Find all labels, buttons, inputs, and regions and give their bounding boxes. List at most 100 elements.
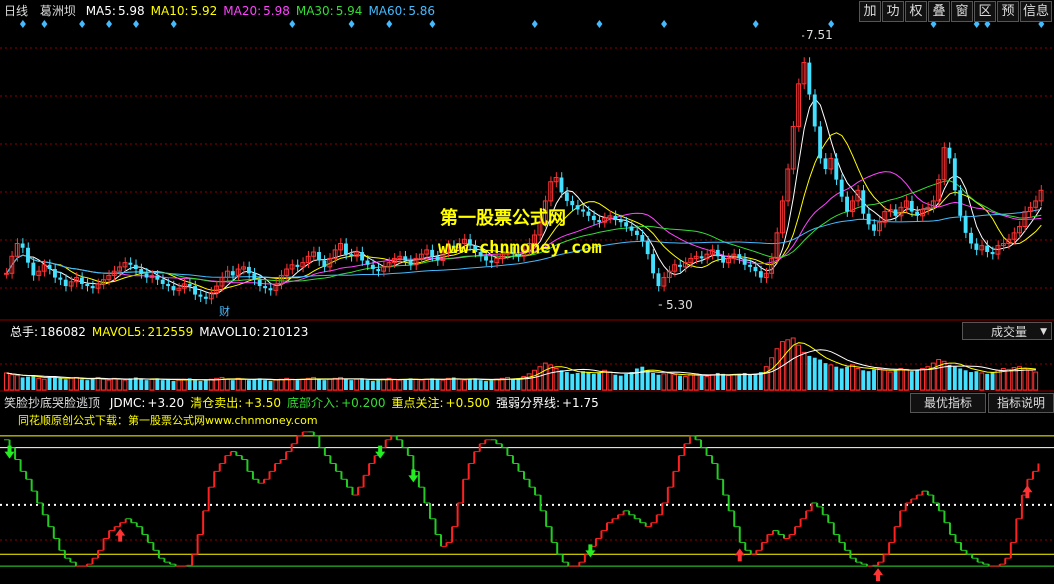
volume-bar	[171, 381, 176, 390]
indicator-param-value: +3.50	[244, 396, 282, 410]
volume-bar	[758, 372, 763, 390]
candle-body	[861, 190, 866, 214]
volume-bar	[963, 370, 968, 390]
volume-bar	[139, 379, 144, 390]
candle-body	[581, 209, 585, 212]
candle-body	[63, 279, 68, 287]
indicator-help-button[interactable]: 指标说明	[988, 393, 1054, 413]
candle-body	[985, 245, 990, 253]
header-legend: 日线 葛洲坝 MA5: 5.98 MA10: 5.92 MA20: 5.98 MA30: 5.…	[4, 4, 435, 18]
volume-bar	[467, 379, 472, 390]
toolbar-button[interactable]: 功	[881, 1, 904, 22]
volume-bar	[985, 373, 990, 390]
candle-body	[252, 273, 257, 280]
volume-indicator-select[interactable]: 成交量 ▼	[962, 322, 1052, 340]
volume-bar	[31, 375, 36, 390]
candle-body	[909, 200, 914, 212]
toolbar-button[interactable]: 区	[973, 1, 996, 22]
candle-body	[376, 269, 381, 272]
candle-body	[737, 254, 742, 259]
volume-bar	[343, 379, 348, 390]
candle-body	[699, 256, 704, 259]
volume-legend: 总手: 186082 MAVOL5: 212559 MAVOL10: 210123	[4, 325, 308, 339]
stock-chart[interactable]	[0, 0, 1054, 584]
candle-body	[171, 286, 176, 291]
toolbar-button[interactable]: 窗	[950, 1, 973, 22]
candle-body	[230, 271, 235, 276]
volume-bar	[58, 378, 63, 390]
volume-bar	[834, 366, 839, 390]
candle-body	[160, 279, 165, 284]
volume-bar	[947, 364, 952, 390]
volume-bar	[656, 374, 661, 390]
candle-body	[317, 252, 321, 261]
volume-bar	[812, 357, 817, 390]
volume-legend-label: MAVOL5:	[91, 325, 146, 339]
stock-name: 葛洲坝	[39, 4, 76, 18]
candle-body	[268, 288, 273, 291]
candle-body	[758, 271, 763, 278]
toolbar-button[interactable]: 信息	[1019, 1, 1052, 22]
ma-label: MA30:	[295, 4, 334, 18]
candle-body	[974, 243, 979, 250]
candle-body	[866, 213, 871, 225]
toolbar-button[interactable]: 叠	[927, 1, 950, 22]
volume-bar	[376, 380, 381, 390]
volume-bar	[79, 379, 84, 390]
volume-bar	[969, 372, 973, 390]
chart-background	[0, 0, 1054, 584]
top-toolbar: 加功权叠窗区预信息	[858, 1, 1052, 22]
volume-bar	[160, 380, 165, 390]
candle-body	[90, 286, 95, 289]
candle-body	[26, 247, 30, 263]
candle-body	[365, 260, 370, 265]
ma-label: MA60:	[368, 4, 407, 18]
volume-bar	[678, 375, 682, 390]
candle-body	[193, 286, 197, 295]
volume-bar	[295, 380, 300, 390]
candle-body	[52, 269, 57, 278]
candle-body	[812, 94, 817, 127]
volume-bar	[866, 371, 871, 390]
candle-body	[839, 179, 844, 197]
volume-bar	[715, 372, 720, 390]
best-indicator-button[interactable]: 最优指标	[910, 393, 986, 413]
volume-bar	[823, 363, 828, 390]
volume-bar	[915, 370, 920, 390]
toolbar-button[interactable]: 加	[858, 1, 881, 22]
candle-body	[651, 254, 656, 274]
volume-bar	[597, 372, 602, 390]
volume-bar	[952, 366, 957, 390]
volume-bar	[252, 379, 257, 390]
toolbar-button[interactable]: 权	[904, 1, 927, 22]
volume-legend-label: 总手:	[10, 325, 39, 339]
indicator-param-value: +3.20	[147, 396, 185, 410]
candle-body	[489, 260, 494, 263]
candle-body	[263, 286, 268, 289]
volume-legend-value: 212559	[147, 325, 194, 339]
candle-body	[634, 230, 639, 235]
candle-body	[748, 264, 753, 267]
toolbar-button[interactable]: 预	[996, 1, 1019, 22]
candle-body	[591, 215, 596, 221]
candle-body	[947, 147, 952, 159]
candle-body	[721, 256, 726, 263]
candle-body	[564, 192, 569, 201]
candle-body	[79, 277, 84, 284]
candle-body	[629, 226, 634, 231]
finance-event-label[interactable]: 财	[219, 305, 230, 319]
volume-bar	[47, 377, 52, 390]
volume-bar	[742, 372, 747, 390]
volume-bar	[489, 380, 494, 390]
indicator-param-label: 重点关注:	[391, 396, 444, 410]
volume-bar	[478, 380, 483, 390]
volume-bar	[203, 380, 208, 390]
volume-legend-label: MAVOL10:	[199, 325, 261, 339]
candle-body	[58, 277, 63, 280]
candle-body	[47, 264, 52, 270]
volume-bar	[26, 376, 30, 390]
candle-body	[430, 249, 435, 257]
candle-body	[85, 283, 90, 287]
candle-body	[370, 264, 375, 270]
indicator-param-value: +0.200	[341, 396, 386, 410]
